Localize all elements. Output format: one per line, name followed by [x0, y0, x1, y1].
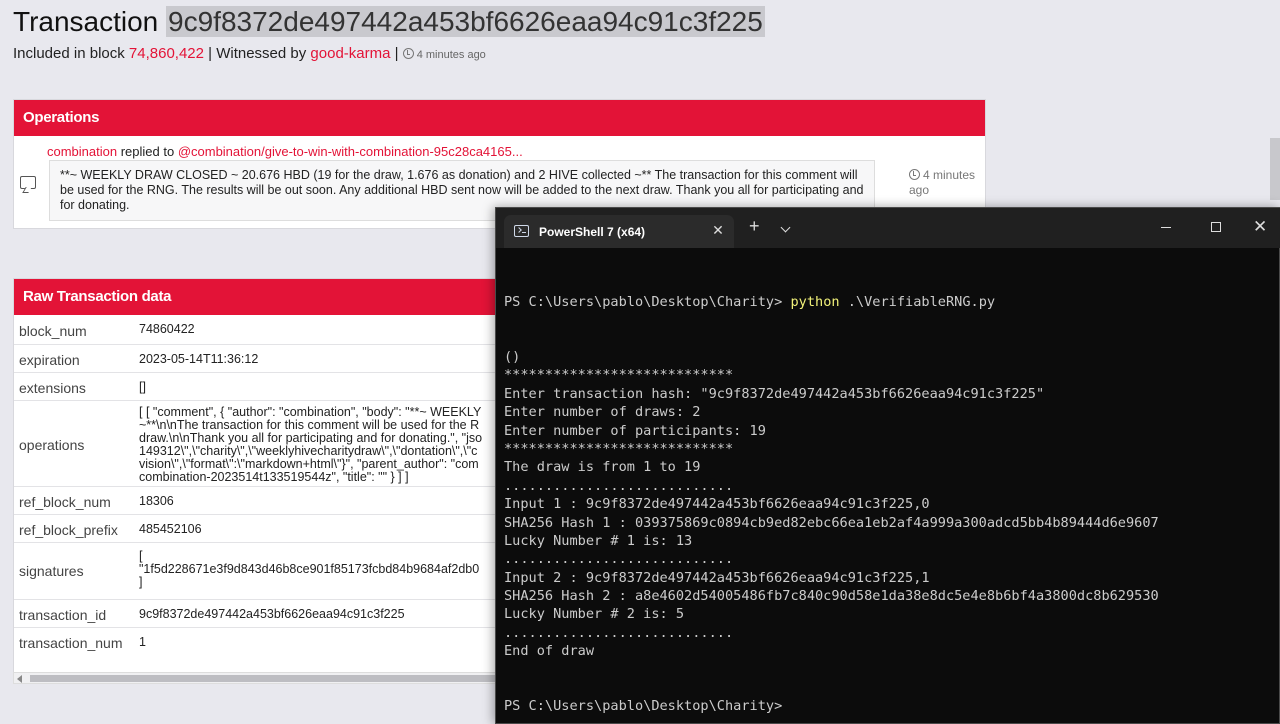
- operations-header: Operations: [14, 100, 985, 136]
- tab-title: PowerShell 7 (x64): [539, 225, 646, 239]
- time-ago-text: 4 minutes ago: [416, 49, 486, 61]
- terminal-line: Enter transaction hash: "9c9f8372de49744…: [504, 385, 1045, 402]
- terminal-line: (): [504, 349, 521, 366]
- terminal-line: ............................: [504, 477, 734, 494]
- terminal-line: ............................: [504, 551, 734, 568]
- row-value: 2023-05-14T11:36:12: [139, 352, 259, 366]
- included-prefix: Included in block: [13, 45, 129, 62]
- row-value: [ "1f5d228671e3f9d843d46b8ce901f85173fcb…: [139, 550, 479, 589]
- row-value: 485452106: [139, 522, 202, 536]
- clock-icon: [402, 48, 414, 59]
- command-name: python: [790, 293, 840, 310]
- terminal-titlebar[interactable]: PowerShell 7 (x64) ✕ + ✕: [496, 208, 1280, 248]
- final-prompt: PS C:\Users\pablo\Desktop\Charity>: [504, 698, 783, 715]
- terminal-line: ............................: [504, 624, 734, 641]
- row-key: operations: [19, 437, 85, 453]
- signature-line: ]: [139, 575, 143, 589]
- operation-time: 4 minutes ago: [909, 168, 989, 198]
- horizontal-scrollbar[interactable]: [13, 672, 497, 684]
- vertical-scrollbar-thumb[interactable]: [1270, 138, 1280, 200]
- terminal-line: Input 2 : 9c9f8372de497442a453bf6626eaa9…: [504, 569, 930, 586]
- author-link[interactable]: combination: [47, 144, 117, 159]
- reply-target-link[interactable]: @combination/give-to-win-with-combinatio…: [178, 144, 523, 159]
- page-title: Transaction 9c9f8372de497442a453bf6626ea…: [13, 6, 765, 38]
- row-key: expiration: [19, 352, 80, 368]
- powershell-icon: [514, 225, 529, 237]
- row-key: ref_block_num: [19, 494, 111, 510]
- terminal-lines: () **************************** Enter tran…: [504, 348, 1274, 661]
- terminal-line: SHA256 Hash 1 : 039375869c0894cb9ed82ebc…: [504, 514, 1159, 531]
- prompt: PS C:\Users\pablo\Desktop\Charity>: [504, 293, 791, 310]
- row-value: [ [ "comment", { "author": "combination"…: [139, 406, 483, 484]
- minimize-icon[interactable]: [1161, 227, 1171, 228]
- witnessed-prefix: | Witnessed by: [203, 45, 311, 62]
- row-key: block_num: [19, 323, 87, 339]
- terminal-line: ****************************: [504, 440, 734, 457]
- row-value: 74860422: [139, 322, 195, 336]
- row-key: transaction_num: [19, 635, 123, 651]
- title-label: Transaction: [13, 6, 159, 37]
- block-link[interactable]: 74,860,422: [129, 45, 204, 62]
- row-key: ref_block_prefix: [19, 522, 118, 538]
- row-value: 1: [139, 635, 146, 649]
- signature-line: [: [139, 549, 143, 563]
- row-value: []: [139, 380, 146, 394]
- scroll-left-arrow-icon[interactable]: [17, 675, 22, 683]
- row-key: transaction_id: [19, 607, 107, 623]
- tab-close-icon[interactable]: ✕: [710, 222, 726, 239]
- terminal-line: Enter number of participants: 19: [504, 422, 766, 439]
- terminal-line: Lucky Number # 2 is: 5: [504, 606, 685, 623]
- terminal-line: ****************************: [504, 367, 734, 384]
- terminal-line: SHA256 Hash 2 : a8e4602d54005486fb7c840c…: [504, 588, 1159, 605]
- row-value: 18306: [139, 494, 174, 508]
- chevron-down-icon[interactable]: [780, 222, 791, 233]
- comment-icon: [20, 176, 36, 189]
- row-key: signatures: [19, 563, 84, 579]
- terminal-line: End of draw: [504, 643, 595, 660]
- terminal-tab[interactable]: PowerShell 7 (x64) ✕: [504, 215, 734, 248]
- close-icon[interactable]: ✕: [1253, 218, 1267, 236]
- clock-icon: [909, 169, 920, 180]
- transaction-meta: Included in block 74,860,422 | Witnessed…: [13, 45, 486, 62]
- command-args: .\VerifiableRNG.py: [839, 293, 996, 310]
- action-text: replied to: [117, 144, 178, 159]
- terminal-line: Input 1 : 9c9f8372de497442a453bf6626eaa9…: [504, 496, 930, 513]
- powershell-window[interactable]: PowerShell 7 (x64) ✕ + ✕ PS C:\Users\pab…: [495, 207, 1280, 724]
- command-line: PS C:\Users\pablo\Desktop\Charity> pytho…: [504, 293, 1274, 311]
- title-hash[interactable]: 9c9f8372de497442a453bf6626eaa94c91c3f225: [166, 6, 765, 37]
- terminal-line: Lucky Number # 1 is: 13: [504, 532, 693, 549]
- terminal-line: The draw is from 1 to 19: [504, 459, 701, 476]
- maximize-icon[interactable]: [1211, 222, 1221, 232]
- meta-separator: |: [390, 45, 403, 62]
- row-value: 9c9f8372de497442a453bf6626eaa94c91c3f225: [139, 607, 405, 621]
- signature-line: "1f5d228671e3f9d843d46b8ce901f85173fcbd8…: [139, 562, 480, 576]
- row-key: extensions: [19, 380, 86, 396]
- time-ago: 4 minutes ago: [402, 48, 486, 61]
- witness-link[interactable]: good-karma: [310, 45, 390, 62]
- terminal-line: Enter number of draws: 2: [504, 404, 701, 421]
- scrollbar-thumb[interactable]: [30, 675, 496, 682]
- new-tab-button[interactable]: +: [749, 217, 760, 235]
- operation-summary: combination replied to @combination/give…: [47, 144, 523, 159]
- terminal-output[interactable]: PS C:\Users\pablo\Desktop\Charity> pytho…: [504, 256, 1274, 724]
